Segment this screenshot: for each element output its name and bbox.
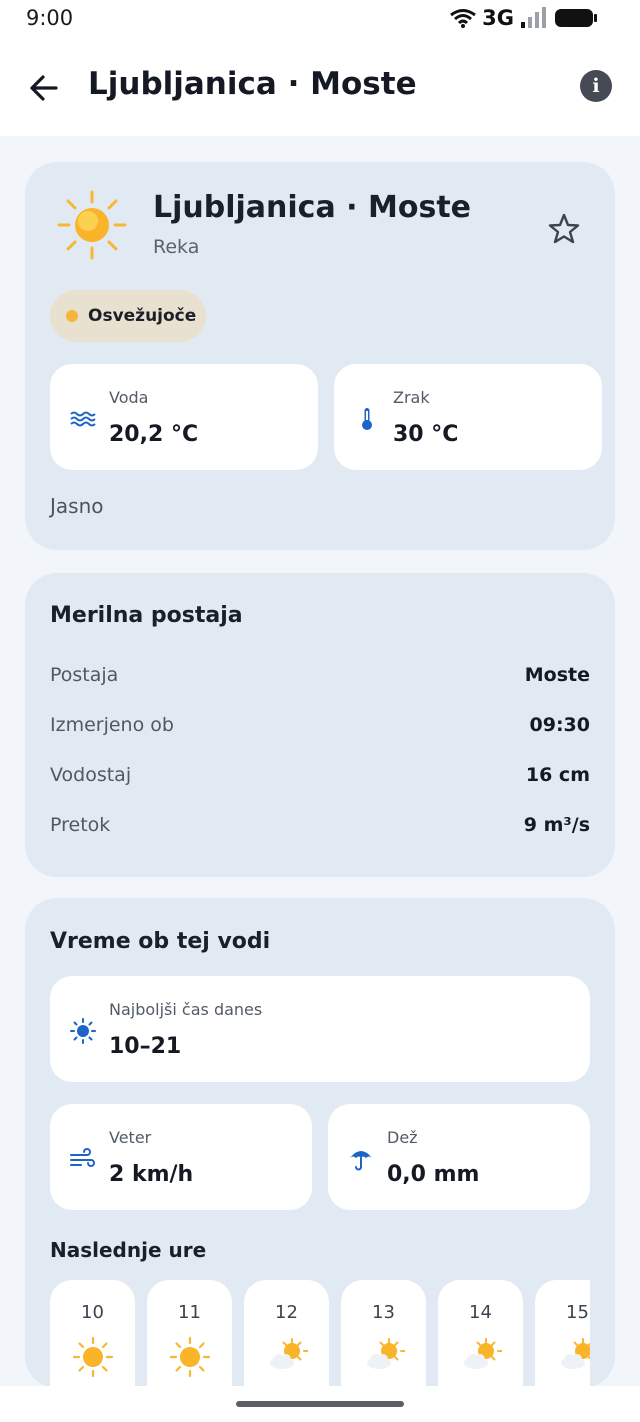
best-time-tile: Najboljši čas danes 10–21 — [50, 976, 590, 1082]
signal-icon — [521, 7, 546, 28]
weather-condition: Jasno — [50, 494, 104, 518]
sunny-icon — [72, 1336, 114, 1378]
row-label: Postaja — [50, 664, 119, 686]
air-label: Zrak — [393, 388, 430, 407]
air-temp-tile: Zrak 30 °C — [334, 364, 602, 470]
best-time-value: 10–21 — [109, 1034, 182, 1059]
wind-tile: Veter 2 km/h — [50, 1104, 312, 1210]
sunny-icon — [169, 1336, 211, 1378]
hour-card[interactable]: 11 — [147, 1280, 232, 1388]
status-bar: 9:00 3G — [0, 0, 640, 36]
badge-label: Osvežujoče — [88, 306, 197, 326]
row-label: Pretok — [50, 814, 111, 836]
water-value: 20,2 °C — [109, 422, 199, 447]
wind-label: Veter — [109, 1128, 152, 1147]
rain-value: 0,0 mm — [387, 1162, 480, 1187]
hour-label: 14 — [469, 1302, 492, 1323]
network-type: 3G — [482, 6, 514, 30]
best-time-label: Najboljši čas danes — [109, 1000, 263, 1019]
air-value: 30 °C — [393, 422, 459, 447]
umbrella-icon — [350, 1151, 372, 1171]
water-label: Voda — [109, 388, 149, 407]
row-value: 09:30 — [529, 714, 590, 736]
favorite-star-icon[interactable] — [547, 212, 581, 246]
partly-cloudy-icon — [464, 1338, 502, 1369]
row-value: 9 m³/s — [523, 814, 590, 836]
waves-icon — [70, 411, 96, 427]
hour-label: 15 — [566, 1302, 589, 1323]
battery-icon — [555, 9, 597, 27]
row-label: Vodostaj — [50, 764, 132, 786]
status-time: 9:00 — [26, 6, 74, 30]
station-card: Merilna postaja Postaja Moste Izmerjeno … — [25, 573, 615, 877]
station-row: Vodostaj 16 cm — [50, 764, 590, 794]
rain-tile: Dež 0,0 mm — [328, 1104, 590, 1210]
location-type: Reka — [153, 236, 200, 258]
weather-title: Vreme ob tej vodi — [50, 929, 271, 954]
station-row: Izmerjeno ob 09:30 — [50, 714, 590, 744]
station-row: Postaja Moste — [50, 664, 590, 694]
row-value: 16 cm — [525, 764, 590, 786]
hour-label: 13 — [372, 1302, 395, 1323]
hour-label: 11 — [178, 1302, 201, 1323]
location-summary-card: Ljubljanica · Moste Reka Osvežujoče Voda… — [25, 162, 615, 550]
hour-label: 10 — [81, 1302, 104, 1323]
hour-card[interactable]: 14 — [438, 1280, 523, 1388]
partly-cloudy-icon — [367, 1338, 405, 1369]
badge-dot — [66, 310, 78, 322]
location-title: Ljubljanica · Moste — [153, 190, 472, 225]
row-label: Izmerjeno ob — [50, 714, 174, 736]
next-hours-title: Naslednje ure — [50, 1238, 207, 1262]
station-row: Pretok 9 m³/s — [50, 814, 590, 844]
wind-icon — [70, 1148, 95, 1167]
rain-label: Dež — [387, 1128, 418, 1147]
station-title: Merilna postaja — [50, 603, 243, 628]
back-arrow-icon[interactable] — [26, 70, 62, 106]
weather-card: Vreme ob tej vodi Najboljši čas danes 10… — [25, 898, 615, 1388]
partly-cloudy-icon — [270, 1338, 308, 1369]
hour-card[interactable]: 10 — [50, 1280, 135, 1388]
sun-icon — [70, 1018, 96, 1044]
status-badge: Osvežujoče — [50, 290, 206, 342]
status-icons: 3G — [450, 6, 598, 30]
home-indicator[interactable] — [236, 1401, 404, 1407]
water-temp-tile: Voda 20,2 °C — [50, 364, 318, 470]
page-title: Ljubljanica · Moste — [88, 66, 417, 102]
partly-cloudy-icon — [561, 1338, 590, 1369]
wifi-icon — [450, 9, 477, 28]
hour-card[interactable]: 12 — [244, 1280, 329, 1388]
wind-value: 2 km/h — [109, 1162, 194, 1187]
sunny-icon — [57, 190, 127, 260]
hourly-forecast-list[interactable]: 10 11 12 13 14 15 — [50, 1280, 590, 1388]
hour-card[interactable]: 15 — [535, 1280, 590, 1388]
app-bar: Ljubljanica · Moste i — [0, 36, 640, 136]
hour-label: 12 — [275, 1302, 298, 1323]
hour-card[interactable]: 13 — [341, 1280, 426, 1388]
info-icon[interactable]: i — [580, 70, 612, 102]
row-value: Moste — [524, 664, 590, 686]
thermometer-icon — [362, 408, 372, 430]
